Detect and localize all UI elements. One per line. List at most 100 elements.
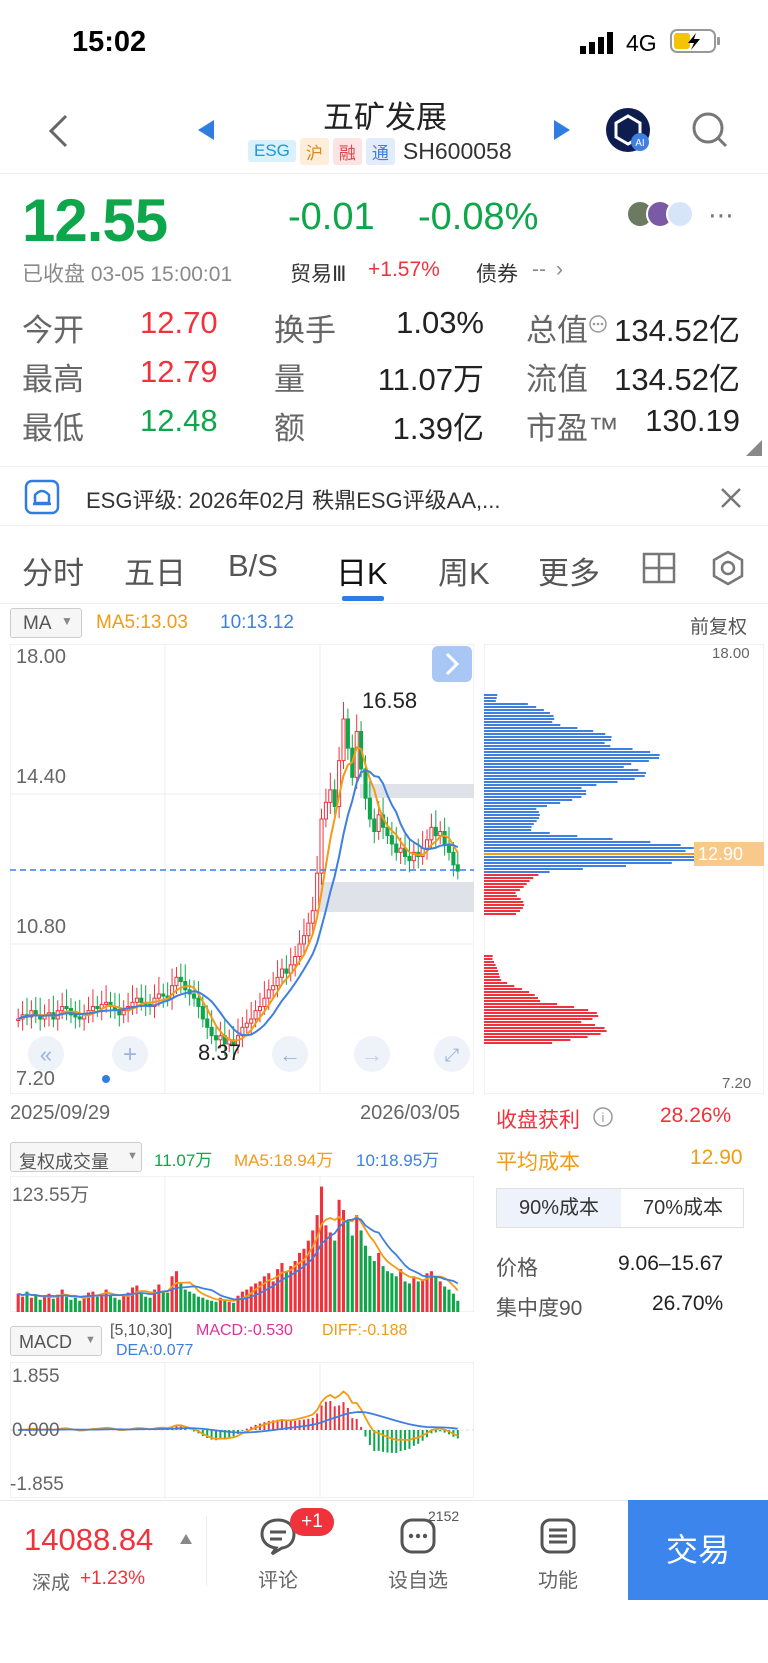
candle	[33, 1010, 38, 1016]
tag-esg[interactable]: ESG	[248, 140, 296, 162]
avatar-group[interactable]	[626, 198, 696, 232]
chip-bar	[484, 1012, 597, 1014]
candle	[385, 826, 390, 837]
tab-cost-70[interactable]: 70%成本	[621, 1189, 745, 1227]
candle	[433, 826, 438, 837]
candle	[279, 968, 284, 978]
svg-text:→: →	[361, 1042, 383, 1067]
chevron-down-icon: ▼	[61, 614, 73, 628]
candle	[244, 1022, 249, 1028]
esg-notice-text: ESG评级: 2026年02月 秩鼎ESG评级AA,...	[86, 488, 501, 513]
sector-name[interactable]: 贸易Ⅲ	[290, 258, 346, 288]
chip-bar	[484, 889, 520, 891]
tag-sh: 沪	[299, 137, 329, 165]
tab-more[interactable]: 更多	[538, 548, 600, 593]
volume-bar	[394, 1276, 398, 1312]
volume-bar	[188, 1291, 192, 1312]
candle	[77, 1016, 82, 1020]
chip-bar	[484, 781, 618, 783]
volume-bar	[416, 1281, 420, 1312]
tab-five-day[interactable]: 五日	[124, 548, 186, 593]
chevron-right-icon[interactable]: ›	[556, 258, 563, 282]
volume-bar	[174, 1271, 178, 1312]
ai-assistant-icon[interactable]: AI	[604, 106, 654, 156]
battery-icon	[670, 29, 720, 53]
mktcap-label: 总值	[526, 313, 588, 348]
volume-value: 11.07万	[377, 362, 484, 397]
function-menu-icon[interactable]	[538, 1516, 578, 1556]
next-stock-icon[interactable]	[552, 118, 572, 142]
chip-bar	[484, 1024, 596, 1026]
chart-expand-button[interactable]	[432, 646, 472, 682]
candle	[367, 797, 372, 820]
comment-label[interactable]: 评论	[233, 1564, 323, 1593]
profit-label: 收盘获利	[496, 1109, 580, 1132]
volume-bar	[91, 1291, 95, 1312]
amount-value: 1.39亿	[392, 411, 484, 446]
chip-bar	[484, 718, 555, 720]
volume-bar	[38, 1299, 42, 1312]
volume-indicator-select[interactable]: 复权成交量 ▼	[10, 1142, 142, 1172]
last-price: 12.55	[22, 187, 168, 254]
chip-bar	[484, 871, 550, 873]
candle	[451, 851, 456, 866]
adjust-mode[interactable]: 前复权	[690, 612, 747, 639]
avg-cost-value: 12.90	[690, 1146, 743, 1169]
chip-bar	[484, 739, 612, 741]
watchlist-label[interactable]: 设自选	[373, 1564, 463, 1593]
chip-bar	[484, 763, 632, 765]
volume-bar	[385, 1271, 390, 1312]
index-value[interactable]: 14088.84	[24, 1522, 153, 1558]
volume-bar	[196, 1296, 200, 1312]
chip-bar	[484, 1009, 589, 1011]
tab-weekly-k[interactable]: 周K	[438, 548, 490, 593]
esg-bell-icon	[24, 479, 60, 515]
candle	[372, 818, 377, 832]
avatar	[666, 200, 694, 228]
chip-bar	[484, 991, 530, 993]
volume-bar	[381, 1266, 385, 1312]
macd-select[interactable]: MACD ▼	[10, 1326, 102, 1356]
tab-intraday[interactable]: 分时	[22, 548, 84, 593]
expand-corner-icon[interactable]	[746, 440, 762, 456]
settings-icon[interactable]	[710, 550, 746, 588]
tab-cost-90[interactable]: 90%成本	[497, 1189, 621, 1227]
chip-bar	[484, 829, 532, 831]
chip-bar	[484, 778, 635, 780]
chip-bar	[484, 1033, 601, 1035]
info-dots-icon[interactable]	[588, 314, 608, 334]
trade-button[interactable]: 交易	[628, 1500, 768, 1600]
chip-bar	[484, 835, 578, 837]
candle	[161, 993, 166, 997]
back-icon[interactable]	[46, 112, 70, 150]
more-icon[interactable]: ⋯	[708, 200, 734, 231]
macd-chart[interactable]	[10, 1362, 474, 1498]
chip-bar	[484, 838, 613, 840]
function-label[interactable]: 功能	[513, 1564, 603, 1593]
candle	[174, 976, 179, 987]
volume-bar	[78, 1300, 82, 1312]
indicator-select[interactable]: MA ▼	[10, 608, 82, 638]
chevron-down-icon: ▼	[127, 1150, 138, 1162]
chip-bar	[484, 1030, 607, 1032]
profit-value: 28.26%	[660, 1104, 732, 1127]
stock-code: SH600058	[402, 137, 512, 164]
open-label: 今开	[22, 313, 84, 348]
close-icon[interactable]	[720, 487, 742, 509]
esg-notice-bar[interactable]: ESG评级: 2026年02月 秩鼎ESG评级AA,...	[0, 466, 768, 526]
info-icon[interactable]: i	[592, 1106, 614, 1128]
candle	[376, 814, 381, 832]
volume-max-label: 123.55万	[12, 1185, 90, 1206]
search-icon[interactable]	[690, 110, 730, 150]
bond-label[interactable]: 债券	[476, 258, 518, 288]
prev-stock-icon[interactable]	[196, 118, 216, 142]
concentration-value: 26.70%	[652, 1292, 724, 1315]
high-label: 最高	[22, 362, 84, 397]
chip-distribution[interactable]	[484, 644, 764, 1094]
svg-text:⤢: ⤢	[445, 1045, 460, 1065]
tab-daily-k[interactable]: 日K	[336, 548, 388, 593]
macd-params: [5,10,30]	[110, 1322, 173, 1339]
grid-layout-icon[interactable]	[642, 552, 678, 586]
tab-bs[interactable]: B/S	[228, 548, 278, 584]
chip-bar	[484, 751, 651, 753]
